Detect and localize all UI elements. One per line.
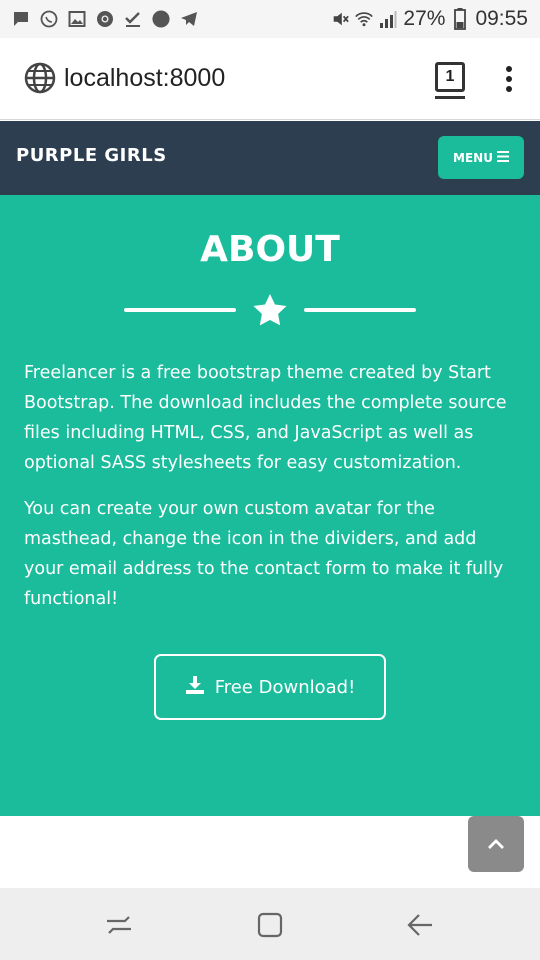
divider-line-left bbox=[124, 308, 236, 312]
site-brand[interactable]: PURPLE GIRLS bbox=[16, 145, 167, 166]
url-field[interactable]: localhost:8000 bbox=[64, 62, 225, 94]
wifi-icon bbox=[355, 10, 374, 28]
dot-icon bbox=[152, 10, 170, 28]
gallery-icon bbox=[68, 10, 86, 28]
download-label: Free Download! bbox=[214, 676, 356, 698]
menu-label: MENU bbox=[453, 150, 493, 165]
about-title: ABOUT bbox=[200, 229, 340, 270]
globe-icon bbox=[24, 62, 56, 94]
battery-percent: 27% bbox=[403, 7, 446, 30]
tabs-icon[interactable]: 1 bbox=[435, 62, 465, 92]
signal-icon bbox=[379, 10, 397, 28]
about-paragraph-1: Freelancer is a free bootstrap theme cre… bbox=[24, 363, 507, 473]
about-section: ABOUT Freelancer is a free bootstrap the… bbox=[0, 195, 540, 816]
chat-icon bbox=[12, 10, 30, 28]
scroll-to-top-button[interactable] bbox=[468, 816, 524, 872]
recent-apps-icon[interactable] bbox=[104, 910, 134, 940]
star-icon bbox=[252, 293, 288, 327]
download-icon bbox=[185, 675, 205, 700]
notification-icons bbox=[12, 7, 198, 31]
back-icon[interactable] bbox=[405, 910, 435, 940]
divider-line-right bbox=[304, 308, 416, 312]
clock: 09:55 bbox=[475, 7, 528, 30]
tabs-underline bbox=[435, 96, 465, 99]
check-icon bbox=[124, 10, 142, 28]
system-status: 27% 09:55 bbox=[331, 6, 528, 32]
status-bar: 27% 09:55 bbox=[0, 0, 540, 38]
more-icon[interactable] bbox=[502, 66, 516, 92]
chrome-icon bbox=[96, 10, 114, 28]
android-navigation-bar bbox=[0, 888, 540, 960]
browser-address-bar: localhost:8000 1 bbox=[0, 38, 540, 120]
chevron-up-icon bbox=[487, 835, 505, 854]
battery-icon bbox=[451, 8, 469, 30]
menu-button[interactable]: MENU bbox=[438, 136, 524, 179]
home-icon[interactable] bbox=[255, 910, 285, 940]
viber-icon bbox=[40, 10, 58, 28]
telegram-icon bbox=[180, 10, 198, 28]
hamburger-icon bbox=[496, 150, 509, 165]
mute-icon bbox=[331, 10, 350, 28]
site-navbar: PURPLE GIRLS MENU bbox=[0, 121, 540, 195]
about-paragraph-2: You can create your own custom avatar fo… bbox=[24, 499, 504, 609]
free-download-button[interactable]: Free Download! bbox=[154, 654, 386, 720]
